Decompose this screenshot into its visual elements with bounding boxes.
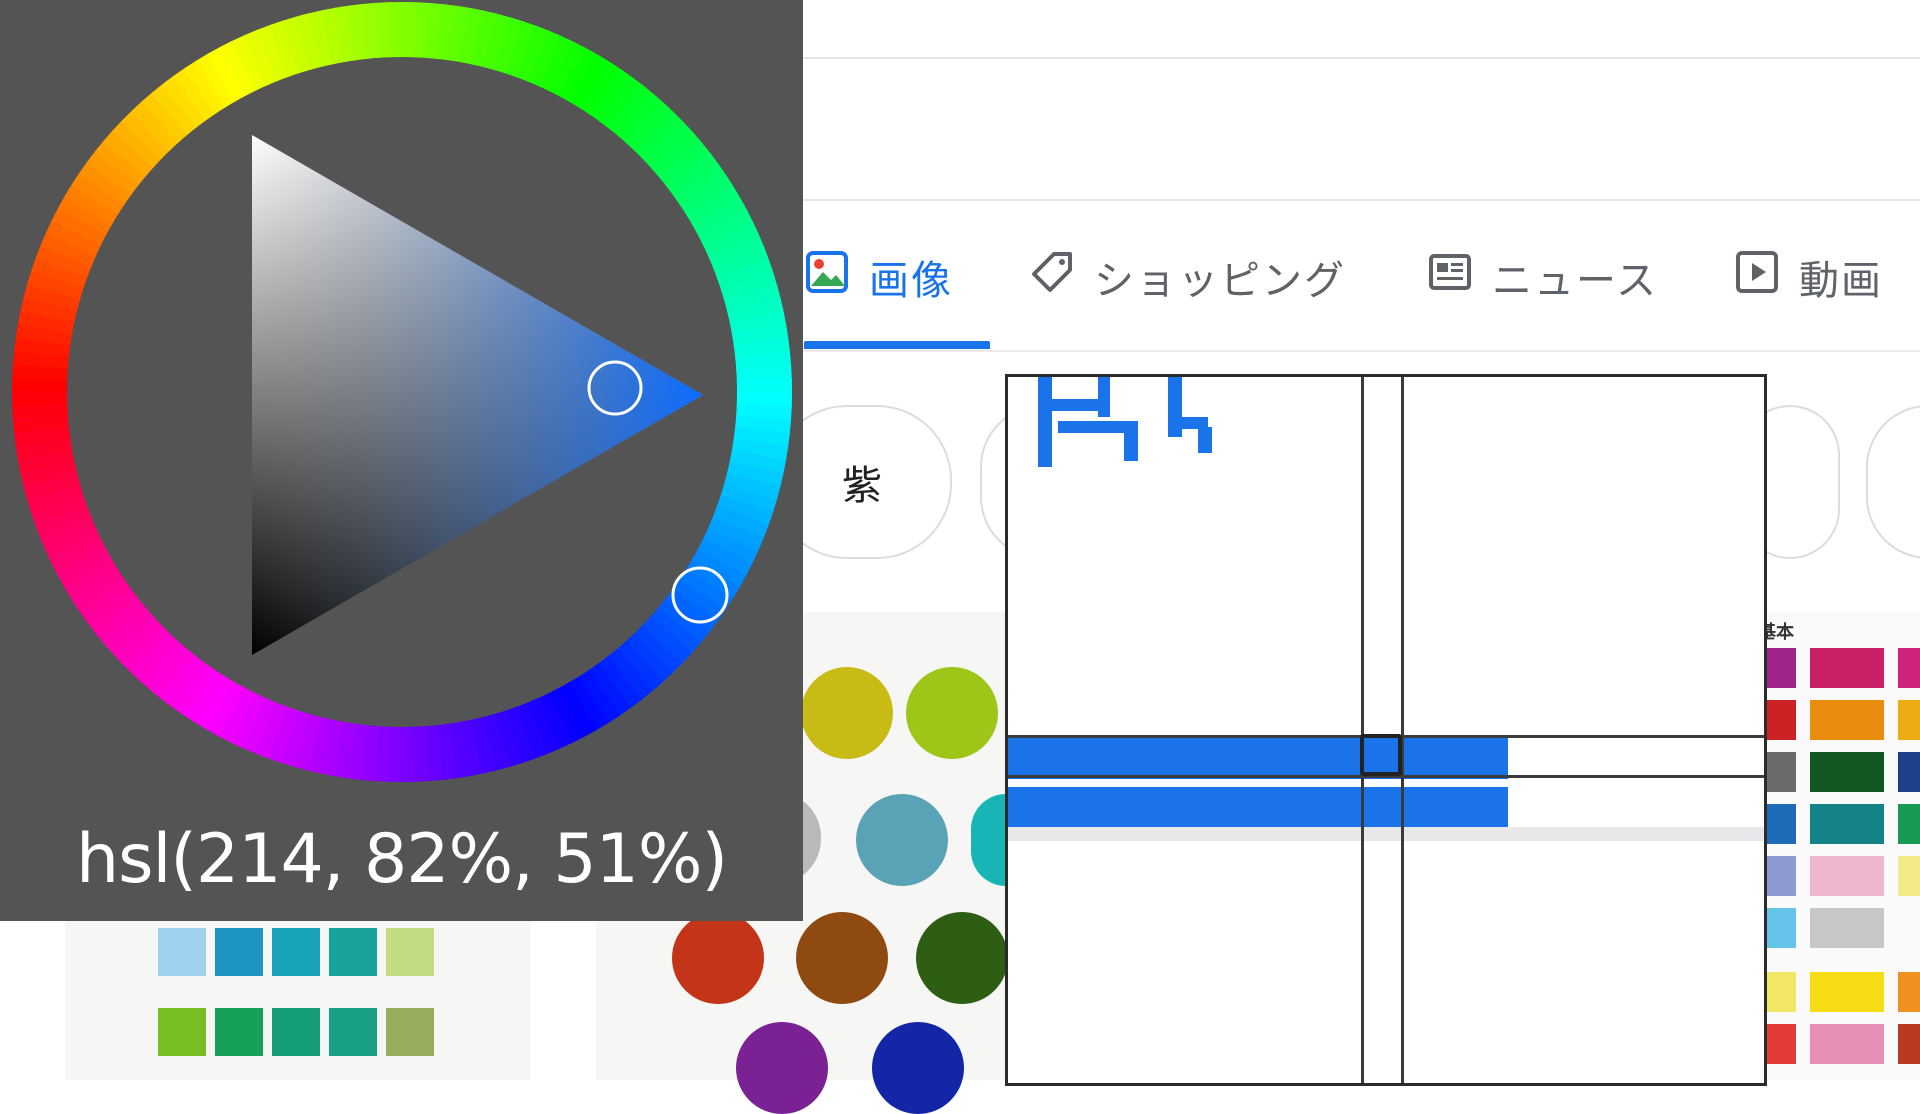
color-dot bbox=[906, 667, 998, 759]
tag-icon bbox=[1030, 250, 1074, 304]
color-dot bbox=[916, 912, 1008, 1004]
color-swatch bbox=[1810, 804, 1884, 844]
color-value-readout: hsl(214, 82%, 51%) bbox=[75, 820, 728, 899]
color-swatch bbox=[158, 1008, 206, 1056]
color-swatch bbox=[1898, 752, 1920, 792]
color-dot bbox=[796, 912, 888, 1004]
color-swatch bbox=[1810, 1024, 1884, 1064]
filter-chip[interactable] bbox=[1866, 405, 1920, 559]
color-dot bbox=[672, 912, 764, 1004]
color-swatch bbox=[215, 928, 263, 976]
magnified-underline bbox=[1008, 787, 1508, 827]
color-swatch bbox=[386, 928, 434, 976]
tab-images-label: 画像 bbox=[869, 258, 953, 304]
crosshair-line bbox=[1361, 377, 1364, 1083]
color-swatch bbox=[1810, 752, 1884, 792]
magnified-divider bbox=[1008, 827, 1764, 841]
color-swatch bbox=[272, 928, 320, 976]
color-picker-panel: hsl(214, 82%, 51%) bbox=[0, 0, 803, 921]
zoom-magnifier bbox=[1005, 374, 1767, 1086]
filter-chip-label: 紫 bbox=[842, 463, 882, 509]
result-thumbnail[interactable]: 基本 bbox=[1758, 612, 1920, 1080]
color-dot bbox=[872, 1022, 964, 1114]
center-pixel-marker bbox=[1360, 734, 1402, 776]
tab-news[interactable]: ニュース bbox=[1428, 250, 1658, 304]
magnified-underline bbox=[1008, 737, 1508, 779]
color-swatch bbox=[1898, 1024, 1920, 1064]
color-swatch bbox=[329, 928, 377, 976]
tab-shopping-label: ショッピング bbox=[1094, 258, 1346, 304]
tab-images[interactable]: 画像 bbox=[805, 250, 953, 304]
tab-videos-label: 動画 bbox=[1799, 258, 1883, 304]
hue-ring-segment bbox=[12, 389, 68, 406]
color-dot bbox=[856, 794, 948, 886]
color-swatch bbox=[1898, 856, 1920, 896]
color-swatch bbox=[215, 1008, 263, 1056]
color-swatch bbox=[386, 1008, 434, 1056]
color-swatch bbox=[1898, 804, 1920, 844]
color-swatch bbox=[158, 928, 206, 976]
color-swatch bbox=[1898, 972, 1920, 1012]
play-icon bbox=[1735, 250, 1779, 304]
tab-videos[interactable]: 動画 bbox=[1735, 250, 1883, 304]
color-dot bbox=[736, 1022, 828, 1114]
color-swatch bbox=[1810, 908, 1884, 948]
magnified-text-fragment bbox=[1038, 377, 1212, 467]
tab-news-label: ニュース bbox=[1492, 258, 1658, 304]
color-swatch bbox=[1810, 648, 1884, 688]
color-swatch bbox=[272, 1008, 320, 1056]
crosshair-line bbox=[1401, 377, 1404, 1083]
active-tab-indicator bbox=[804, 341, 990, 349]
tab-shopping[interactable]: ショッピング bbox=[1030, 250, 1346, 304]
color-wheel[interactable] bbox=[0, 0, 803, 800]
color-swatch bbox=[1810, 856, 1884, 896]
color-swatch bbox=[1898, 648, 1920, 688]
color-swatch bbox=[1898, 700, 1920, 740]
image-icon bbox=[805, 250, 849, 304]
color-dot bbox=[971, 794, 1006, 886]
news-icon bbox=[1428, 250, 1472, 304]
color-swatch bbox=[1810, 972, 1884, 1012]
color-dot bbox=[801, 667, 893, 759]
color-swatch bbox=[329, 1008, 377, 1056]
color-swatch bbox=[1810, 700, 1884, 740]
